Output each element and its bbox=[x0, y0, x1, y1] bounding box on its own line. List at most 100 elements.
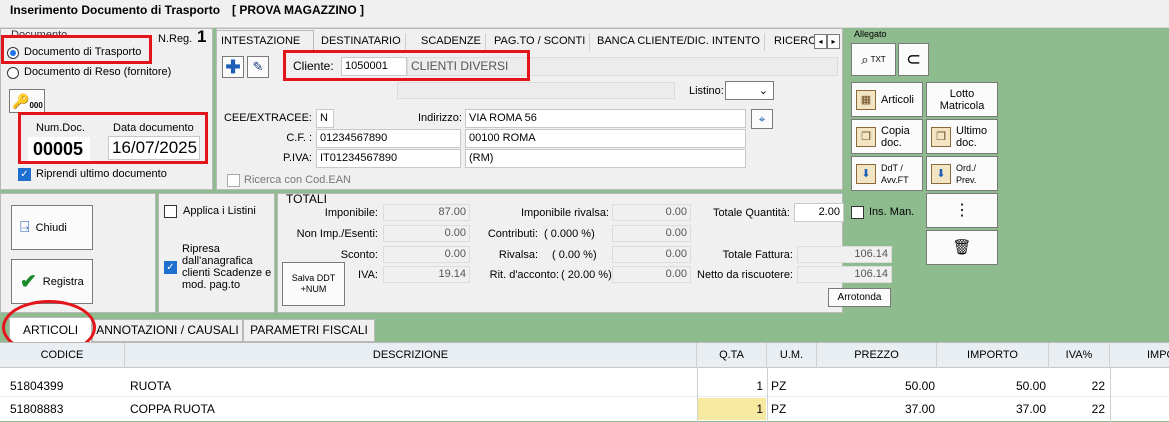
applica-listini-checkbox[interactable] bbox=[164, 205, 177, 218]
ins-man-checkbox[interactable] bbox=[851, 206, 864, 219]
listino-select[interactable]: ⌄ bbox=[725, 81, 774, 100]
cliente-label: Cliente: bbox=[293, 59, 334, 73]
tot-fattura-value: 106.14 bbox=[797, 246, 892, 263]
articoli-button[interactable]: ▦ Articoli bbox=[851, 82, 923, 117]
edit-icon[interactable]: ✎ bbox=[247, 56, 269, 78]
rit-acconto-label: Rit. d'acconto: bbox=[489, 269, 559, 281]
tot-qta-value: 2.00 bbox=[794, 203, 844, 222]
tab-pagto-sconti[interactable]: PAG.TO / SCONTI bbox=[490, 33, 591, 51]
tab-destinatario[interactable]: DESTINATARIO bbox=[317, 33, 406, 51]
netto-label: Netto da riscuotere: bbox=[697, 269, 793, 281]
cell-qta[interactable]: 1 bbox=[697, 375, 766, 397]
ultimo-doc-button[interactable]: ❐ Ultimo doc. bbox=[926, 119, 998, 154]
imp-rivalsa-label: Imponibile rivalsa: bbox=[520, 207, 609, 219]
chevron-down-icon: ⌄ bbox=[758, 85, 768, 97]
lotto-button[interactable]: Lotto Matricola bbox=[926, 82, 998, 117]
col-um: U.M. bbox=[767, 343, 817, 368]
contributi-pct: ( 0.000 %) bbox=[544, 228, 595, 240]
tab-ricerca[interactable]: RICERC bbox=[770, 33, 814, 51]
col-impo: IMPO bbox=[1147, 349, 1169, 361]
cell-importo: 37.00 bbox=[1015, 402, 1046, 416]
box-icon: ▦ bbox=[856, 89, 876, 110]
rivalsa-value: 0.00 bbox=[612, 246, 691, 263]
nonimp-label: Non Imp./Esenti: bbox=[296, 228, 378, 240]
ddt-avvft-button[interactable]: ⬇ DdT / Avv.FT bbox=[851, 156, 923, 191]
nonimp-value: 0.00 bbox=[383, 225, 470, 242]
map-pin-icon[interactable]: ⌖ bbox=[751, 109, 773, 129]
tab-annotazioni[interactable]: ANNOTAZIONI / CAUSALI bbox=[92, 319, 243, 342]
radio-trasporto[interactable] bbox=[7, 47, 19, 59]
ripresa-checkbox[interactable]: ✓ bbox=[164, 261, 177, 274]
tab-scadenze[interactable]: SCADENZE bbox=[417, 33, 486, 51]
riprendi-checkbox[interactable]: ✓ bbox=[18, 168, 31, 181]
sconto-value: 0.00 bbox=[383, 246, 470, 263]
rit-acconto-pct: ( 20.00 %) bbox=[561, 269, 612, 281]
cliente-name-field: CLIENTI DIVERSI bbox=[407, 57, 838, 76]
copy-icon: ❐ bbox=[856, 126, 876, 147]
cliente-code-field[interactable]: 1050001 bbox=[341, 57, 407, 76]
num-doc-label: Num.Doc. bbox=[36, 122, 85, 134]
arrotonda-button[interactable]: Arrotonda bbox=[828, 288, 891, 307]
key-icon: 🔑 bbox=[12, 92, 30, 109]
col-iva: IVA% bbox=[1049, 343, 1110, 368]
nreg-label: N.Reg. bbox=[158, 33, 193, 45]
cell-codice: 51808883 bbox=[10, 402, 64, 416]
paperclip-button[interactable]: ⊂ bbox=[898, 43, 929, 76]
ean-label: Ricerca con Cod.EAN bbox=[244, 174, 351, 186]
allegato-txt-button[interactable]: ⌕ TXT bbox=[851, 43, 896, 76]
table-row[interactable]: 51804399 RUOTA 1 PZ 50.00 50.00 22 bbox=[0, 375, 1169, 397]
tab-articoli[interactable]: ARTICOLI bbox=[9, 317, 92, 343]
check-icon: ✔ bbox=[20, 271, 37, 293]
ean-checkbox[interactable] bbox=[227, 174, 240, 187]
tab-scroll-left[interactable]: ◂ bbox=[814, 34, 827, 49]
chiudi-button[interactable]: ⍈ Chiudi bbox=[11, 205, 93, 250]
cell-um: PZ bbox=[771, 402, 787, 416]
tab-parametri-fiscali[interactable]: PARAMETRI FISCALI bbox=[243, 319, 375, 342]
registra-button[interactable]: ✔ Registra bbox=[11, 259, 93, 304]
tab-banca-cliente[interactable]: BANCA CLIENTE/DIC. INTENTO bbox=[593, 33, 765, 51]
table-row[interactable]: 51808883 COPPA RUOTA 1 PZ 37.00 37.00 22 bbox=[0, 398, 1169, 420]
window-subtitle: [ PROVA MAGAZZINO ] bbox=[232, 3, 364, 17]
add-icon[interactable]: ✚ bbox=[222, 56, 244, 78]
rivalsa-pct: ( 0.00 %) bbox=[552, 249, 597, 261]
delete-button[interactable]: 🗑 bbox=[926, 230, 998, 265]
document-group-label: Documento bbox=[11, 29, 68, 41]
rit-acconto-value: 0.00 bbox=[612, 266, 691, 283]
trash-icon: 🗑 bbox=[952, 238, 972, 256]
cee-label: CEE/EXTRACEE: bbox=[223, 112, 312, 124]
option-reso-label: Documento di Reso (fornitore) bbox=[24, 66, 172, 78]
cf-label: C.F. : bbox=[286, 132, 312, 144]
contributi-label: Contributi: bbox=[487, 228, 538, 240]
indirizzo-label: Indirizzo: bbox=[417, 112, 462, 124]
ins-man-label: Ins. Man. bbox=[869, 206, 915, 218]
col-importo: IMPORTO bbox=[937, 343, 1049, 368]
applica-listini-label: Applica i Listini bbox=[183, 205, 256, 217]
cf-field[interactable]: 01234567890 bbox=[316, 129, 461, 148]
copy-icon: ❐ bbox=[931, 126, 951, 147]
data-doc-field[interactable]: 16/07/2025 bbox=[108, 136, 200, 160]
indirizzo-field[interactable]: VIA ROMA 56 bbox=[465, 109, 746, 128]
exit-door-icon: ⍈ bbox=[20, 218, 30, 236]
num-doc-field[interactable]: 00005 bbox=[28, 137, 90, 161]
cell-iva: 22 bbox=[1091, 402, 1105, 416]
numbering-badge: 000 bbox=[29, 100, 43, 110]
numbering-button[interactable]: 🔑 000 bbox=[9, 89, 45, 113]
cell-prezzo: 50.00 bbox=[904, 379, 935, 393]
col-codice: CODICE bbox=[0, 343, 125, 368]
totali-title: TOTALI bbox=[286, 192, 327, 206]
tab-scroll-right[interactable]: ▸ bbox=[827, 34, 840, 49]
piva-field[interactable]: IT01234567890 bbox=[316, 149, 461, 168]
tree-button[interactable]: ⋮ bbox=[926, 193, 998, 228]
cell-qta-selected[interactable]: 1 bbox=[697, 398, 766, 420]
imponibile-label: Imponibile: bbox=[324, 207, 378, 219]
cee-field[interactable]: N bbox=[316, 109, 334, 128]
provincia-field[interactable]: (RM) bbox=[465, 149, 746, 168]
radio-reso[interactable] bbox=[7, 67, 19, 79]
riprendi-label: Riprendi ultimo documento bbox=[36, 168, 167, 180]
cell-iva: 22 bbox=[1091, 379, 1105, 393]
copia-doc-button[interactable]: ❐ Copia doc. bbox=[851, 119, 923, 154]
tree-icon: ⋮ bbox=[954, 201, 970, 219]
citta-field[interactable]: 00100 ROMA bbox=[465, 129, 746, 148]
tab-intestazione[interactable]: INTESTAZIONE bbox=[217, 33, 304, 51]
ord-prev-button[interactable]: ⬇ Ord./ Prev. bbox=[926, 156, 998, 191]
